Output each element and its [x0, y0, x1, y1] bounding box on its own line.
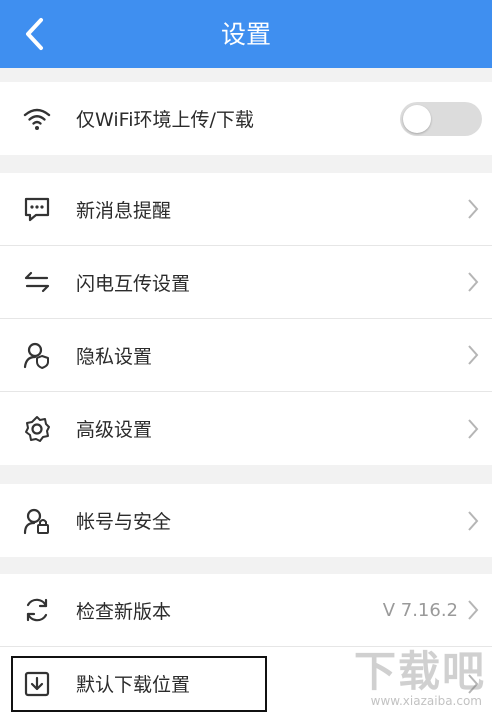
wifi-only-toggle[interactable]: [400, 101, 482, 136]
transfer-arrows-icon: [20, 265, 54, 299]
user-lock-icon: [20, 504, 54, 538]
gear-icon: [20, 412, 54, 446]
check-version-label: 检查新版本: [76, 600, 172, 623]
settings-group-account: 帐号与安全: [0, 484, 492, 557]
message-alert-row[interactable]: 新消息提醒: [0, 173, 492, 246]
chevron-right-icon: [468, 199, 479, 219]
message-alert-label: 新消息提醒: [76, 199, 172, 222]
account-security-label: 帐号与安全: [76, 511, 172, 533]
page-title: 设置: [220, 20, 271, 49]
check-version-row[interactable]: 检查新版本 V 7.16.2: [0, 574, 492, 647]
app-header: 设置: [0, 0, 492, 68]
wifi-only-row: 仅WiFi环境上传/下载: [0, 82, 492, 155]
settings-group-general: 新消息提醒 闪电互传设置 隐私设置 高级设置: [0, 173, 492, 465]
chevron-right-icon: [468, 345, 479, 365]
advanced-settings-label: 高级设置: [76, 419, 153, 441]
account-security-row[interactable]: 帐号与安全: [0, 484, 492, 557]
chevron-right-icon: [468, 600, 479, 620]
chevron-right-icon: [468, 510, 479, 531]
watermark-url: www.xiazaiba.com: [370, 694, 482, 708]
message-icon: [20, 192, 54, 226]
privacy-user-icon: [20, 338, 54, 372]
toggle-knob: [403, 104, 431, 133]
wifi-icon: [20, 102, 54, 136]
version-value: V 7.16.2: [382, 599, 458, 621]
privacy-label: 隐私设置: [76, 345, 153, 368]
chevron-right-icon: [468, 418, 479, 439]
privacy-row[interactable]: 隐私设置: [0, 319, 492, 392]
highlight-box: [11, 656, 267, 712]
refresh-icon: [20, 593, 54, 627]
wifi-only-label: 仅WiFi环境上传/下载: [76, 109, 254, 131]
chevron-right-icon: [468, 272, 479, 292]
settings-group-network: 仅WiFi环境上传/下载: [0, 82, 492, 155]
advanced-settings-row[interactable]: 高级设置: [0, 392, 492, 465]
lightning-transfer-row[interactable]: 闪电互传设置: [0, 246, 492, 319]
lightning-transfer-label: 闪电互传设置: [76, 272, 191, 295]
